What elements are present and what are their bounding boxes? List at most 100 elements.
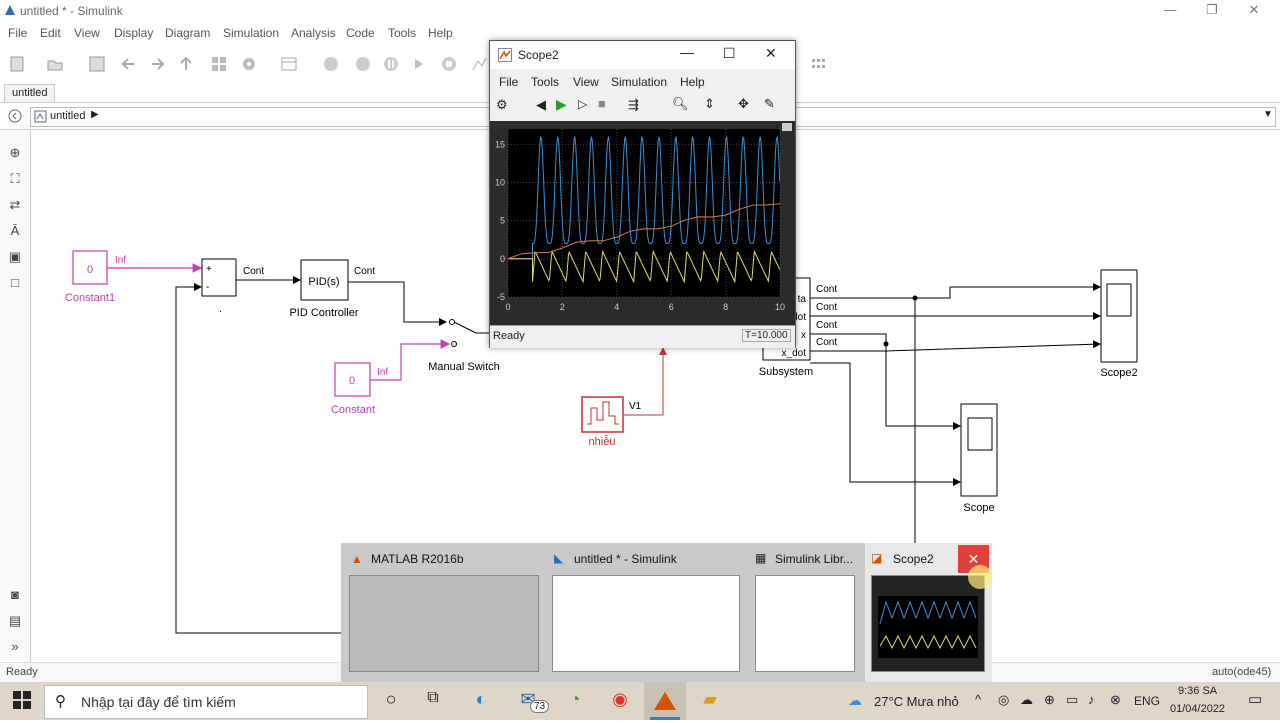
scope2-menu-tools[interactable]: Tools xyxy=(531,75,559,89)
pause-icon[interactable] xyxy=(382,55,400,73)
menu-code[interactable]: Code xyxy=(346,26,375,40)
scope2-menu-simulation[interactable]: Simulation xyxy=(611,75,667,89)
fit-view-icon[interactable]: ⛶ xyxy=(7,172,23,186)
close-button[interactable]: ✕ xyxy=(1234,0,1274,22)
grid-icon[interactable] xyxy=(810,55,828,73)
stop-icon[interactable] xyxy=(440,55,458,73)
sum-plus: + xyxy=(206,264,212,275)
scope2-autoscale-icon[interactable]: ⇕ xyxy=(704,96,715,112)
tray-icon-1[interactable]: ◎ xyxy=(998,692,1009,708)
cortana-icon[interactable]: ○ xyxy=(378,689,404,715)
edge-browser-icon[interactable]: ◐ xyxy=(468,689,494,715)
menu-help[interactable]: Help xyxy=(428,26,453,40)
restore-button[interactable]: ❐ xyxy=(1192,0,1232,22)
step-back2-icon[interactable] xyxy=(354,55,372,73)
clock-date[interactable]: 01/04/2022 xyxy=(1170,703,1225,715)
menu-display[interactable]: Display xyxy=(114,26,153,40)
library-browser-icon[interactable] xyxy=(210,55,228,73)
scope2-step-icon[interactable]: ▷ xyxy=(578,97,587,111)
scope2-stepback-icon[interactable]: ◀ xyxy=(536,97,546,113)
scope2-menu-view[interactable]: View xyxy=(573,75,599,89)
record-icon[interactable] xyxy=(470,55,488,73)
file-explorer-icon[interactable]: ▰ xyxy=(697,689,723,715)
forward-icon[interactable] xyxy=(148,55,166,73)
scope2-plot[interactable]: 151050-5 0 2 4 6 8 10 xyxy=(490,121,795,327)
task-view-icon[interactable]: ⧉ xyxy=(420,689,446,715)
tab-untitled[interactable]: untitled xyxy=(4,84,56,102)
tray-icon-3[interactable]: ⊕ xyxy=(1044,692,1055,708)
scope2-close-button[interactable]: ✕ xyxy=(765,45,777,62)
app-icon[interactable]: ◔ xyxy=(562,689,588,715)
settings-gear-icon[interactable] xyxy=(240,55,258,73)
language-indicator[interactable]: ENG xyxy=(1134,694,1160,708)
clock-time[interactable]: 9:36 SA xyxy=(1178,685,1217,697)
minimize-button[interactable]: — xyxy=(1150,0,1190,22)
subsystem-name: Subsystem xyxy=(759,366,813,378)
hide-browser-icon[interactable] xyxy=(8,109,22,123)
route-lines-icon[interactable]: ⇄ xyxy=(7,198,23,212)
chrome-icon[interactable]: ◉ xyxy=(607,689,633,715)
camera-icon[interactable]: ◙ xyxy=(7,588,23,602)
show-hidden-icons[interactable]: ^ xyxy=(975,692,981,707)
scope2-time: T=10.000 xyxy=(742,329,791,342)
menu-simulation[interactable]: Simulation xyxy=(223,26,279,40)
simulink-preview xyxy=(552,575,740,672)
thumbnail-matlab[interactable]: ▲ MATLAB R2016b xyxy=(345,543,545,682)
scope2-highlight-icon[interactable]: ✥ xyxy=(738,96,749,112)
explorer-bar-icon[interactable]: ▤ xyxy=(7,614,23,628)
breadcrumb-arrow-icon[interactable]: ▶ xyxy=(91,109,99,120)
up-icon[interactable] xyxy=(177,55,195,73)
thumbnail-scope2[interactable]: ◪ Scope2 ✕ xyxy=(865,543,992,682)
scope2-stop-icon[interactable]: ■ xyxy=(598,96,606,111)
matlab-taskbar-button[interactable] xyxy=(644,682,686,720)
expand-icon[interactable]: » xyxy=(7,640,23,654)
step-back-icon[interactable] xyxy=(322,55,340,73)
scope2-style-icon[interactable]: ✎ xyxy=(764,96,775,112)
scope2-zoom-icon[interactable]: 🔍︎ xyxy=(672,96,689,112)
menu-view[interactable]: View xyxy=(74,26,100,40)
scope2-status: Ready xyxy=(493,330,525,342)
volume-icon[interactable]: ♪ xyxy=(1088,692,1095,707)
noise-output-label: V1 xyxy=(629,401,642,412)
network-icon[interactable]: ⊗ xyxy=(1110,692,1121,708)
menu-edit[interactable]: Edit xyxy=(40,26,61,40)
back-icon[interactable] xyxy=(120,55,138,73)
thumbnail-simulink[interactable]: ◣ untitled * - Simulink xyxy=(550,543,750,682)
step-forward-icon[interactable] xyxy=(410,55,428,73)
menu-file[interactable]: File xyxy=(8,26,27,40)
breadcrumb-untitled[interactable]: untitled xyxy=(50,110,85,122)
save-icon[interactable] xyxy=(88,55,106,73)
scope2-statusbar: Ready T=10.000 xyxy=(490,325,795,348)
y-tick-label: 15 xyxy=(495,139,505,149)
scope2-run-icon[interactable]: ▶ xyxy=(556,96,567,113)
menu-analysis[interactable]: Analysis xyxy=(291,26,336,40)
open-icon[interactable] xyxy=(46,55,64,73)
new-model-icon[interactable] xyxy=(8,55,26,73)
scope2-settings-icon[interactable]: ⚙ xyxy=(496,97,508,113)
matlab-logo-icon xyxy=(498,48,512,62)
notification-icon[interactable]: ▭ xyxy=(1248,690,1262,708)
scope2-menu-file[interactable]: File xyxy=(499,75,518,89)
zoom-icon[interactable]: ⊕ xyxy=(7,146,23,160)
scope2-menu-help[interactable]: Help xyxy=(680,75,705,89)
taskbar-search-box[interactable]: ⚲ Nhập tại đây để tìm kiếm xyxy=(44,685,368,719)
scope2-signal-icon[interactable]: ⇶ xyxy=(628,97,639,113)
y-tick-label: 10 xyxy=(495,177,505,187)
constant-name: Constant xyxy=(331,404,375,416)
area-icon[interactable]: □ xyxy=(7,276,23,290)
thumbnail-library[interactable]: ▦ Simulink Libr... xyxy=(753,543,861,682)
menu-tools[interactable]: Tools xyxy=(388,26,416,40)
mail-badge: 73 xyxy=(530,700,550,713)
onedrive-icon[interactable]: ☁ xyxy=(1020,692,1033,708)
battery-icon[interactable]: ▭ xyxy=(1066,692,1078,708)
windows-start-icon[interactable] xyxy=(13,691,31,709)
matlab-thumb-icon: ▲ xyxy=(351,552,363,566)
image-icon[interactable]: ▣ xyxy=(7,250,23,264)
breadcrumb-dropdown-icon[interactable]: ▼ xyxy=(1263,109,1273,120)
scope2-minimize-button[interactable]: — xyxy=(680,44,694,60)
model-explorer-icon[interactable] xyxy=(280,55,298,73)
annotation-icon[interactable]: Ā xyxy=(7,224,23,238)
scope2-maximize-button[interactable]: ☐ xyxy=(723,45,736,62)
weather-text[interactable]: 27°C Mưa nhỏ xyxy=(874,694,959,709)
menu-diagram[interactable]: Diagram xyxy=(165,26,210,40)
